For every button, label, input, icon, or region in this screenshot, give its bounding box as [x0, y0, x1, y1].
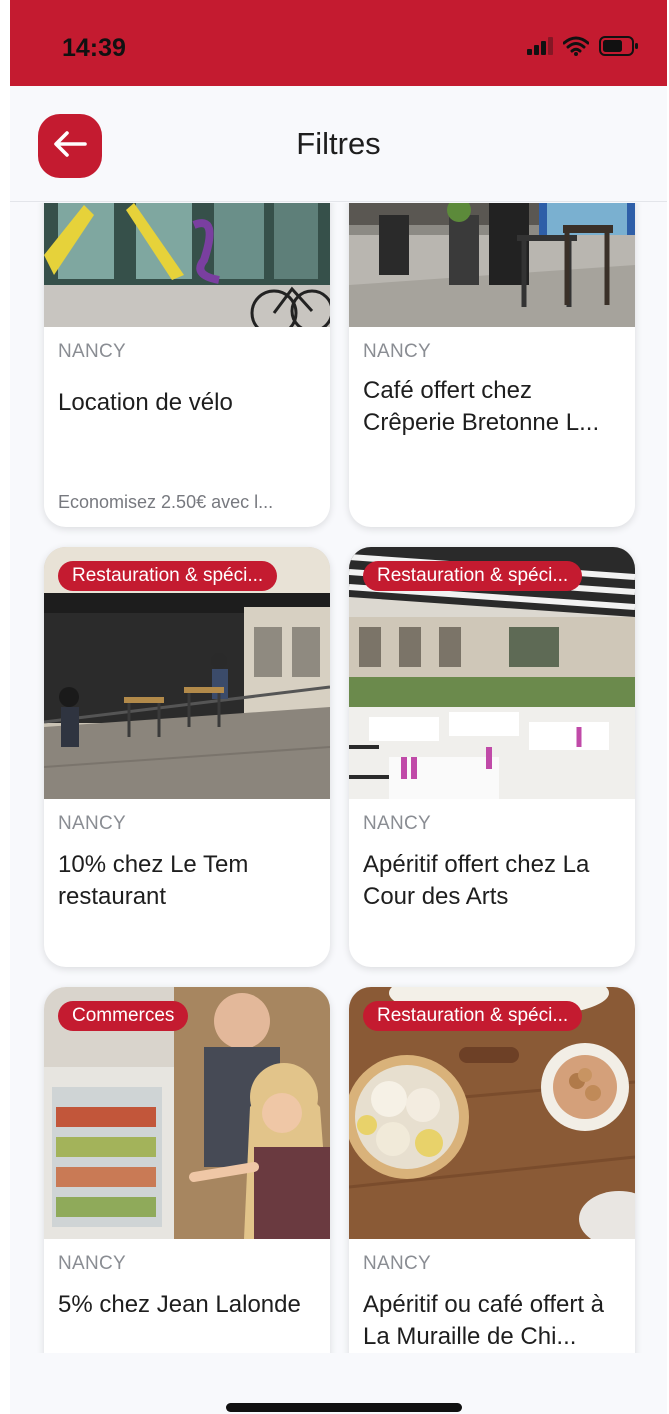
offer-city: NANCY [363, 1253, 432, 1274]
offer-title: 10% chez Le Tem restaurant [58, 851, 249, 910]
status-icons [527, 36, 639, 61]
category-badge: Restauration & spéci... [58, 561, 278, 591]
page-title: Filtres [296, 126, 381, 161]
category-badge: Restauration & spéci... [363, 561, 583, 591]
offer-title: Apéritif ou café offert à La Muraille de… [363, 1291, 605, 1350]
offer-title: Apéritif offert chez La Cour des Arts [363, 851, 590, 910]
offer-card-bike-rental[interactable]: NANCY Location de vélo Economisez 2.50€ … [44, 203, 330, 527]
offer-photo: Restauration & spéci... [44, 547, 330, 799]
offer-card-le-tem[interactable]: Restauration & spéci... NANCY 10% chez L… [44, 547, 330, 967]
battery-icon [599, 36, 639, 61]
signal-icon [527, 37, 553, 60]
wifi-icon [562, 36, 590, 61]
offers-grid[interactable]: NANCY Location de vélo Economisez 2.50€ … [10, 203, 667, 1353]
top-bar: Filtres [10, 86, 667, 202]
offer-title: Café offert chez Crêperie Bretonne L... [363, 377, 600, 436]
status-bar: 14:39 [10, 0, 667, 86]
offer-city: NANCY [58, 341, 127, 362]
offer-card-jean-lalonde[interactable]: Commerces NANCY 5% chez Jean Lalonde [44, 987, 330, 1353]
offer-photo: Commerces [44, 987, 330, 1239]
offer-photo: Restauration & spéci... [349, 987, 635, 1239]
category-badge: Restauration & spéci... [363, 1001, 583, 1031]
offer-card-muraille-de-chine[interactable]: Restauration & spéci... NANCY Apéritif o… [349, 987, 635, 1353]
status-time: 14:39 [62, 34, 126, 62]
offer-card-cour-des-arts[interactable]: Restauration & spéci... NANCY Apéritif o… [349, 547, 635, 967]
offer-city: NANCY [363, 813, 432, 834]
offer-title: 5% chez Jean Lalonde [58, 1291, 301, 1318]
offer-city: NANCY [363, 341, 432, 362]
offer-card-creperie[interactable]: NANCY Café offert chez Crêperie Bretonne… [349, 203, 635, 527]
offer-photo [349, 203, 635, 327]
app-screen: 14:39 Filtres NANCY Location de vélo Eco… [10, 0, 667, 1414]
offer-photo: Restauration & spéci... [349, 547, 635, 799]
offer-title: Location de vélo [58, 389, 233, 416]
offer-savings: Economisez 2.50€ avec l... [58, 492, 274, 512]
offer-photo [44, 203, 330, 327]
offer-city: NANCY [58, 813, 127, 834]
category-badge: Commerces [58, 1001, 189, 1031]
offer-city: NANCY [58, 1253, 127, 1274]
home-indicator [226, 1403, 462, 1412]
